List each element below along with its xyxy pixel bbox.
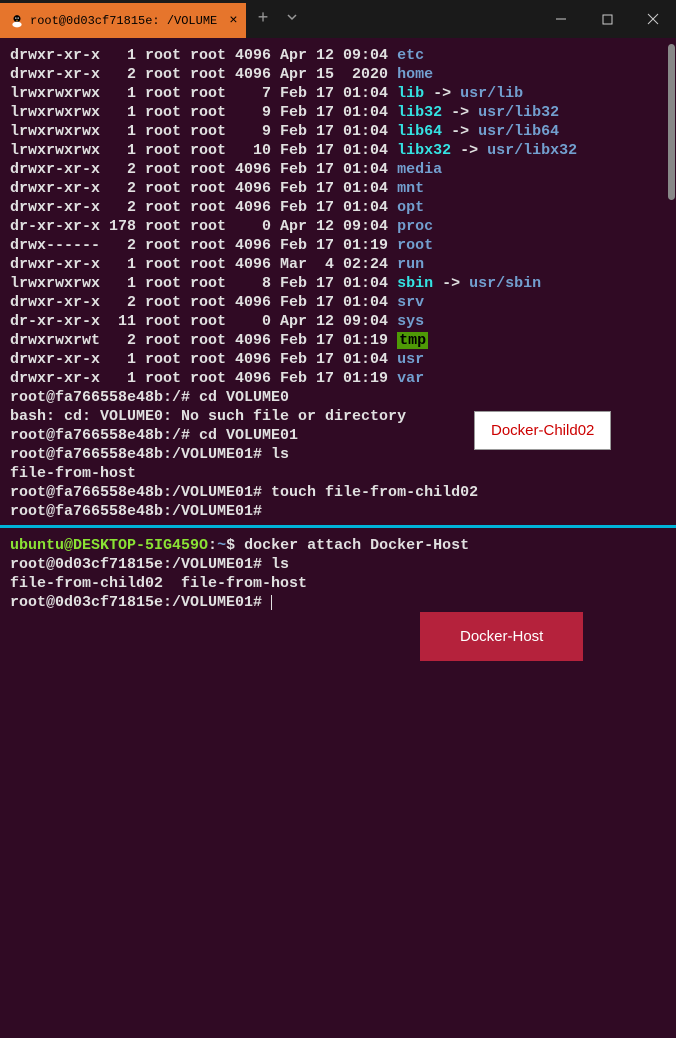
close-tab-icon[interactable]: ×: [229, 13, 237, 29]
maximize-icon[interactable]: [584, 0, 630, 38]
annotation-host-label: Docker-Host: [420, 612, 583, 661]
titlebar: root@0d03cf71815e: /VOLUME × +: [0, 0, 676, 38]
terminal-pane-bottom[interactable]: ubuntu@DESKTOP-5IG459O:~$ docker attach …: [0, 528, 676, 612]
new-tab-icon[interactable]: +: [258, 9, 269, 29]
tab-dropdown-icon[interactable]: [286, 11, 298, 28]
tab-title: root@0d03cf71815e: /VOLUME: [30, 14, 217, 28]
window-controls: [538, 0, 676, 38]
scrollbar-thumb[interactable]: [668, 44, 675, 200]
close-icon[interactable]: [630, 0, 676, 38]
annotation-child-label: Docker-Child02: [474, 411, 611, 450]
tux-icon: [10, 14, 24, 28]
minimize-icon[interactable]: [538, 0, 584, 38]
active-tab[interactable]: root@0d03cf71815e: /VOLUME ×: [0, 3, 246, 38]
tab-controls: +: [258, 9, 299, 29]
